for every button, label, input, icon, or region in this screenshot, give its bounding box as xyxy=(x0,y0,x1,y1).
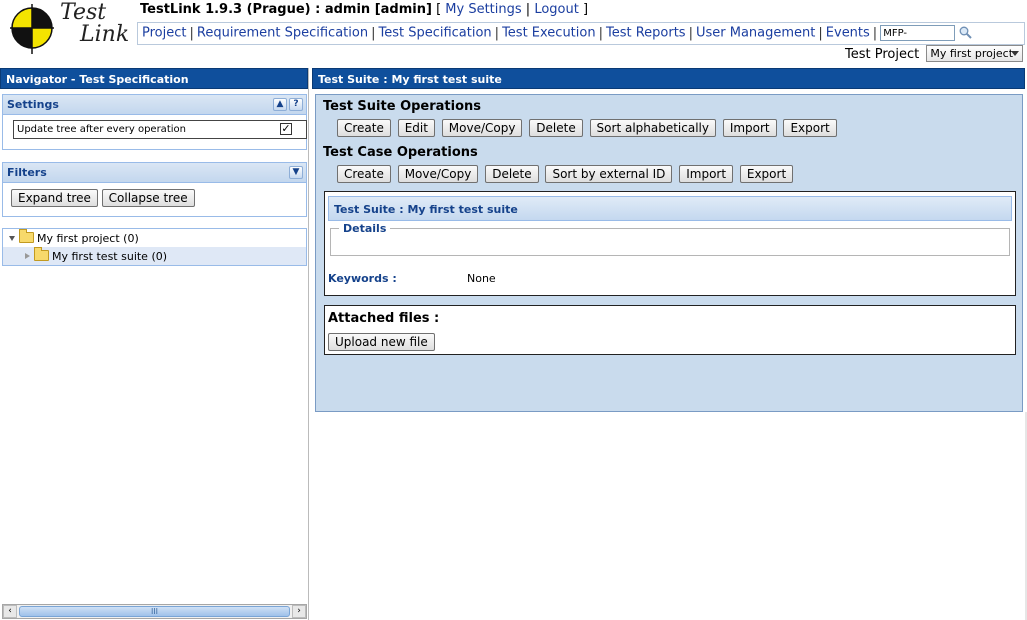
menu-separator: | xyxy=(688,25,693,41)
tree-node-suite-label[interactable]: My first test suite (0) xyxy=(52,250,167,263)
suite-create-button[interactable]: Create xyxy=(337,119,391,137)
filters-panel-header[interactable]: Filters ▼ xyxy=(3,163,306,183)
collapse-tree-button[interactable]: Collapse tree xyxy=(101,189,195,207)
suite-details-box: Test Suite : My first test suite Details… xyxy=(324,191,1016,296)
menu-events[interactable]: Events xyxy=(826,26,870,41)
logo-target-icon xyxy=(10,4,54,54)
case-import-button[interactable]: Import xyxy=(679,165,734,183)
filters-panel-title: Filters xyxy=(7,166,47,179)
tree-expanded-icon[interactable] xyxy=(9,236,15,241)
operations-area: Test Suite Operations Create Edit Move/C… xyxy=(315,94,1023,412)
collapse-up-icon[interactable]: ▲ xyxy=(273,98,287,111)
main-pane: Test Suite : My first test suite Test Su… xyxy=(312,68,1027,620)
case-delete-button[interactable]: Delete xyxy=(485,165,539,183)
menu-test-execution[interactable]: Test Execution xyxy=(502,26,596,41)
navigator-pane: Navigator - Test Specification Settings … xyxy=(0,68,309,620)
menu-user-management[interactable]: User Management xyxy=(696,26,815,41)
main-title: Test Suite : My first test suite xyxy=(312,68,1025,89)
test-project-selected: My first project xyxy=(930,47,1014,60)
help-icon[interactable]: ? xyxy=(289,98,303,111)
tree-collapsed-icon[interactable] xyxy=(25,253,30,259)
scroll-right-icon[interactable]: › xyxy=(292,605,306,618)
horizontal-scrollbar[interactable]: ‹ III › xyxy=(2,604,307,619)
expand-down-icon[interactable]: ▼ xyxy=(289,166,303,179)
details-legend: Details xyxy=(339,222,391,235)
menu-test-reports[interactable]: Test Reports xyxy=(606,26,686,41)
details-fieldset: Details xyxy=(330,222,1010,256)
case-ops-heading: Test Case Operations xyxy=(323,145,478,160)
menu-test-specification[interactable]: Test Specification xyxy=(378,26,491,41)
settings-panel-header[interactable]: Settings ▲ ? xyxy=(3,95,306,115)
filters-panel: Filters ▼ Expand tree Collapse tree xyxy=(2,162,307,217)
testlink-logo[interactable]: Test Link xyxy=(10,2,129,54)
header: Test Link TestLink 1.9.3 (Prague) : admi… xyxy=(0,0,1027,66)
menu-project[interactable]: Project xyxy=(142,26,186,41)
test-spec-tree: My first project (0) My first test suite… xyxy=(2,228,307,266)
keywords-label: Keywords : xyxy=(328,272,397,285)
scroll-left-icon[interactable]: ‹ xyxy=(3,605,17,618)
test-project-select[interactable]: My first project xyxy=(926,45,1024,62)
suite-export-button[interactable]: Export xyxy=(783,119,837,137)
menu-separator: | xyxy=(872,25,878,41)
settings-panel-title: Settings xyxy=(7,98,59,111)
test-project-selector: Test Project My first project xyxy=(845,45,1024,62)
logout-link[interactable]: Logout xyxy=(534,2,579,17)
tree-node-suite[interactable]: My first test suite (0) xyxy=(3,247,306,265)
folder-open-icon xyxy=(19,229,34,243)
tree-node-project[interactable]: My first project (0) xyxy=(3,229,306,247)
update-tree-checkbox[interactable]: ✓ xyxy=(280,123,292,135)
attachments-box: Attached files : Upload new file xyxy=(324,305,1016,355)
upload-new-file-button[interactable]: Upload new file xyxy=(328,333,435,351)
app-title: TestLink 1.9.3 (Prague) : admin [admin] xyxy=(140,2,432,17)
title-line: TestLink 1.9.3 (Prague) : admin [admin] … xyxy=(140,2,588,17)
suite-ops-toolbar: Create Edit Move/Copy Delete Sort alphab… xyxy=(337,119,840,137)
logo-text-line1: Test xyxy=(60,0,107,25)
suite-move-copy-button[interactable]: Move/Copy xyxy=(441,119,523,137)
menu-separator: | xyxy=(494,25,500,41)
suite-delete-button[interactable]: Delete xyxy=(529,119,583,137)
menu-separator: | xyxy=(371,25,376,41)
case-sort-external-id-button[interactable]: Sort by external ID xyxy=(545,165,673,183)
bracket-open: [ xyxy=(436,2,442,17)
keywords-value: None xyxy=(467,272,496,285)
case-export-button[interactable]: Export xyxy=(739,165,794,183)
update-tree-label: Update tree after every operation xyxy=(17,124,186,135)
dropdown-arrow-icon xyxy=(1011,51,1020,56)
magnifier-icon[interactable] xyxy=(959,26,972,39)
menu-requirement-specification[interactable]: Requirement Specification xyxy=(197,26,368,41)
menu-separator: | xyxy=(189,25,194,41)
menu-separator: | xyxy=(598,25,603,41)
main-menu-bar: Project | Requirement Specification | Test S… xyxy=(137,22,1025,45)
suite-import-button[interactable]: Import xyxy=(722,119,777,137)
settings-panel: Settings ▲ ? Update tree after every ope… xyxy=(2,94,307,150)
bracket-close: ] xyxy=(582,2,589,17)
expand-tree-button[interactable]: Expand tree xyxy=(11,189,98,207)
scrollbar-thumb[interactable]: III xyxy=(19,606,290,617)
case-ops-toolbar: Create Move/Copy Delete Sort by external… xyxy=(337,165,796,183)
case-move-copy-button[interactable]: Move/Copy xyxy=(397,165,479,183)
suite-sort-alphabetically-button[interactable]: Sort alphabetically xyxy=(589,119,716,137)
link-separator: | xyxy=(525,2,531,17)
suite-ops-heading: Test Suite Operations xyxy=(323,99,482,114)
testcase-search-input[interactable] xyxy=(880,25,956,41)
suite-details-title: Test Suite : My first test suite xyxy=(328,196,1012,221)
tree-node-project-label[interactable]: My first project (0) xyxy=(37,232,139,245)
navigator-title: Navigator - Test Specification xyxy=(0,68,308,89)
menu-separator: | xyxy=(818,25,823,41)
folder-icon xyxy=(34,247,49,261)
case-create-button[interactable]: Create xyxy=(337,165,391,183)
my-settings-link[interactable]: My Settings xyxy=(445,2,521,17)
suite-edit-button[interactable]: Edit xyxy=(397,119,435,137)
test-project-label: Test Project xyxy=(845,47,920,62)
logo-text-line2: Link xyxy=(80,22,130,47)
attachments-title: Attached files : xyxy=(328,311,440,326)
update-tree-option: Update tree after every operation ✓ xyxy=(13,120,307,139)
